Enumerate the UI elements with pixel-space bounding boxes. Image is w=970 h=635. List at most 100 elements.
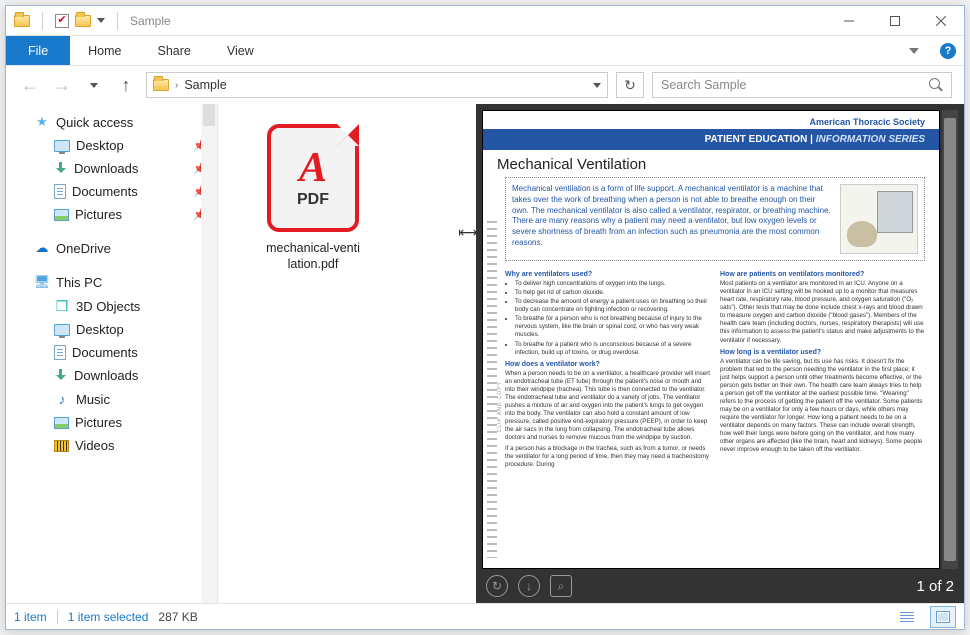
nav-this-pc[interactable]: 🖥 This PC	[6, 270, 217, 294]
nav-label: Music	[76, 392, 110, 407]
files-area[interactable]: A PDF mechanical-venti lation.pdf	[218, 104, 458, 603]
downloads-icon	[54, 162, 68, 176]
nav-documents[interactable]: Documents📌	[6, 180, 217, 203]
pc-icon: 🖥	[34, 274, 50, 290]
recent-locations-icon[interactable]	[82, 73, 106, 97]
nav-label: OneDrive	[56, 241, 111, 256]
pictures-icon	[54, 209, 69, 221]
band-right: INFORMATION SERIES	[816, 134, 925, 145]
file-item[interactable]: A PDF mechanical-venti lation.pdf	[248, 124, 378, 273]
preview-scrollbar[interactable]	[942, 110, 958, 569]
tab-home[interactable]: Home	[70, 36, 139, 65]
nav-desktop[interactable]: Desktop📌	[6, 134, 217, 157]
nav-pc-downloads[interactable]: Downloads	[6, 364, 217, 387]
minimize-button[interactable]	[826, 6, 872, 36]
scrollbar-thumb[interactable]	[203, 104, 215, 126]
nav-label: Quick access	[56, 115, 133, 130]
refresh-button[interactable]: ↻	[616, 72, 644, 98]
tab-share[interactable]: Share	[140, 36, 209, 65]
qat-dropdown-icon[interactable]	[97, 18, 105, 23]
paragraph: If a person has a blockage in the trache…	[505, 445, 710, 469]
documents-icon	[54, 184, 66, 199]
search-box[interactable]	[652, 72, 952, 98]
nav-quick-access[interactable]: ★ Quick access	[6, 110, 217, 134]
videos-icon	[54, 440, 69, 452]
nav-pc-documents[interactable]: Documents	[6, 341, 217, 364]
desktop-icon	[54, 324, 70, 336]
new-folder-icon[interactable]	[75, 15, 91, 27]
zoom-button[interactable]: ⌕	[550, 575, 572, 597]
thumbnails-view-button[interactable]	[930, 606, 956, 628]
preview-page[interactable]: American Thoracic Society PATIENT EDUCAT…	[482, 110, 940, 569]
nav-label: Documents	[72, 184, 138, 199]
nav-label: Downloads	[74, 368, 138, 383]
navigation-pane: ★ Quick access Desktop📌 Downloads📌 Docum…	[6, 104, 218, 603]
doc-title: Mechanical Ventilation	[483, 150, 939, 177]
save-button[interactable]: ↓	[518, 575, 540, 597]
details-view-button[interactable]	[894, 606, 920, 628]
address-row: ← → ↑ › Sample ↻	[6, 66, 964, 104]
titlebar: ✔ Sample	[6, 6, 964, 36]
nav-pc-music[interactable]: ♪ Music	[6, 387, 217, 411]
preview-viewport: American Thoracic Society PATIENT EDUCAT…	[476, 104, 964, 569]
separator	[42, 12, 43, 30]
nav-downloads[interactable]: Downloads📌	[6, 157, 217, 180]
help-button[interactable]: ?	[932, 36, 964, 65]
col-heading: Why are ventilators used?	[505, 270, 710, 279]
body: ★ Quick access Desktop📌 Downloads📌 Docum…	[6, 104, 964, 603]
maximize-button[interactable]	[872, 6, 918, 36]
bullet-list: To deliver high concentrations of oxygen…	[505, 280, 710, 357]
location-folder-icon	[153, 79, 169, 91]
pdf-label: PDF	[297, 191, 329, 209]
documents-icon	[54, 345, 66, 360]
nav-pictures[interactable]: Pictures📌	[6, 203, 217, 226]
nav-label: This PC	[56, 275, 102, 290]
pictures-icon	[54, 417, 69, 429]
doc-intro-box: Mechanical ventilation is a form of life…	[505, 177, 925, 261]
app-folder-icon	[14, 15, 30, 27]
ribbon-expand-icon[interactable]	[900, 36, 932, 65]
list-item: To help get rid of carbon dioxide.	[515, 289, 710, 297]
chevron-right-icon[interactable]: ›	[175, 80, 178, 91]
nav-3d-objects[interactable]: ❒3D Objects	[6, 294, 217, 318]
status-bar: 1 item 1 item selected 287 KB	[6, 603, 964, 629]
music-icon: ♪	[54, 391, 70, 407]
doc-col-right: How are patients on ventilators monitore…	[720, 267, 925, 562]
side-label: CLIP AND COPY	[497, 381, 503, 432]
quick-access-toolbar: ✔	[14, 12, 124, 30]
paragraph: Most patients on a ventilator are monito…	[720, 280, 925, 345]
paragraph: A ventilator can be life saving, but its…	[720, 358, 925, 455]
rotate-button[interactable]: ↻	[486, 575, 508, 597]
scrollbar-thumb[interactable]	[944, 118, 956, 561]
nav-label: Videos	[75, 438, 115, 453]
file-name: mechanical-venti lation.pdf	[248, 240, 378, 273]
nav-pc-pictures[interactable]: Pictures	[6, 411, 217, 434]
nav-scrollbar[interactable]	[201, 104, 217, 603]
search-icon	[929, 78, 943, 92]
up-button[interactable]: ↑	[114, 73, 138, 97]
onedrive-icon: ☁	[34, 240, 50, 256]
list-item: To deliver high concentrations of oxygen…	[515, 280, 710, 288]
properties-toggle-icon[interactable]: ✔	[55, 14, 69, 28]
address-dropdown-icon[interactable]	[593, 83, 601, 88]
breadcrumb[interactable]: Sample	[184, 78, 226, 92]
nav-pc-desktop[interactable]: Desktop	[6, 318, 217, 341]
status-selection: 1 item selected	[68, 610, 149, 624]
tab-view[interactable]: View	[209, 36, 272, 65]
close-button[interactable]	[918, 6, 964, 36]
nav-pc-videos[interactable]: Videos	[6, 434, 217, 457]
nav-onedrive[interactable]: ☁ OneDrive	[6, 236, 217, 260]
divider	[57, 610, 58, 624]
search-input[interactable]	[661, 78, 929, 92]
file-tab[interactable]: File	[6, 36, 70, 65]
address-bar[interactable]: › Sample	[146, 72, 608, 98]
preview-splitter[interactable]: ⇤⇥	[458, 104, 476, 603]
forward-button[interactable]: →	[50, 73, 74, 97]
preview-toolbar: ↻ ↓ ⌕ 1 of 2	[476, 569, 964, 603]
page-indicator: 1 of 2	[916, 578, 954, 595]
ribbon: File Home Share View ?	[6, 36, 964, 66]
list-view-icon	[900, 612, 914, 622]
back-button[interactable]: ←	[18, 73, 42, 97]
doc-columns: Why are ventilators used? To deliver hig…	[483, 267, 939, 568]
desktop-icon	[54, 140, 70, 152]
